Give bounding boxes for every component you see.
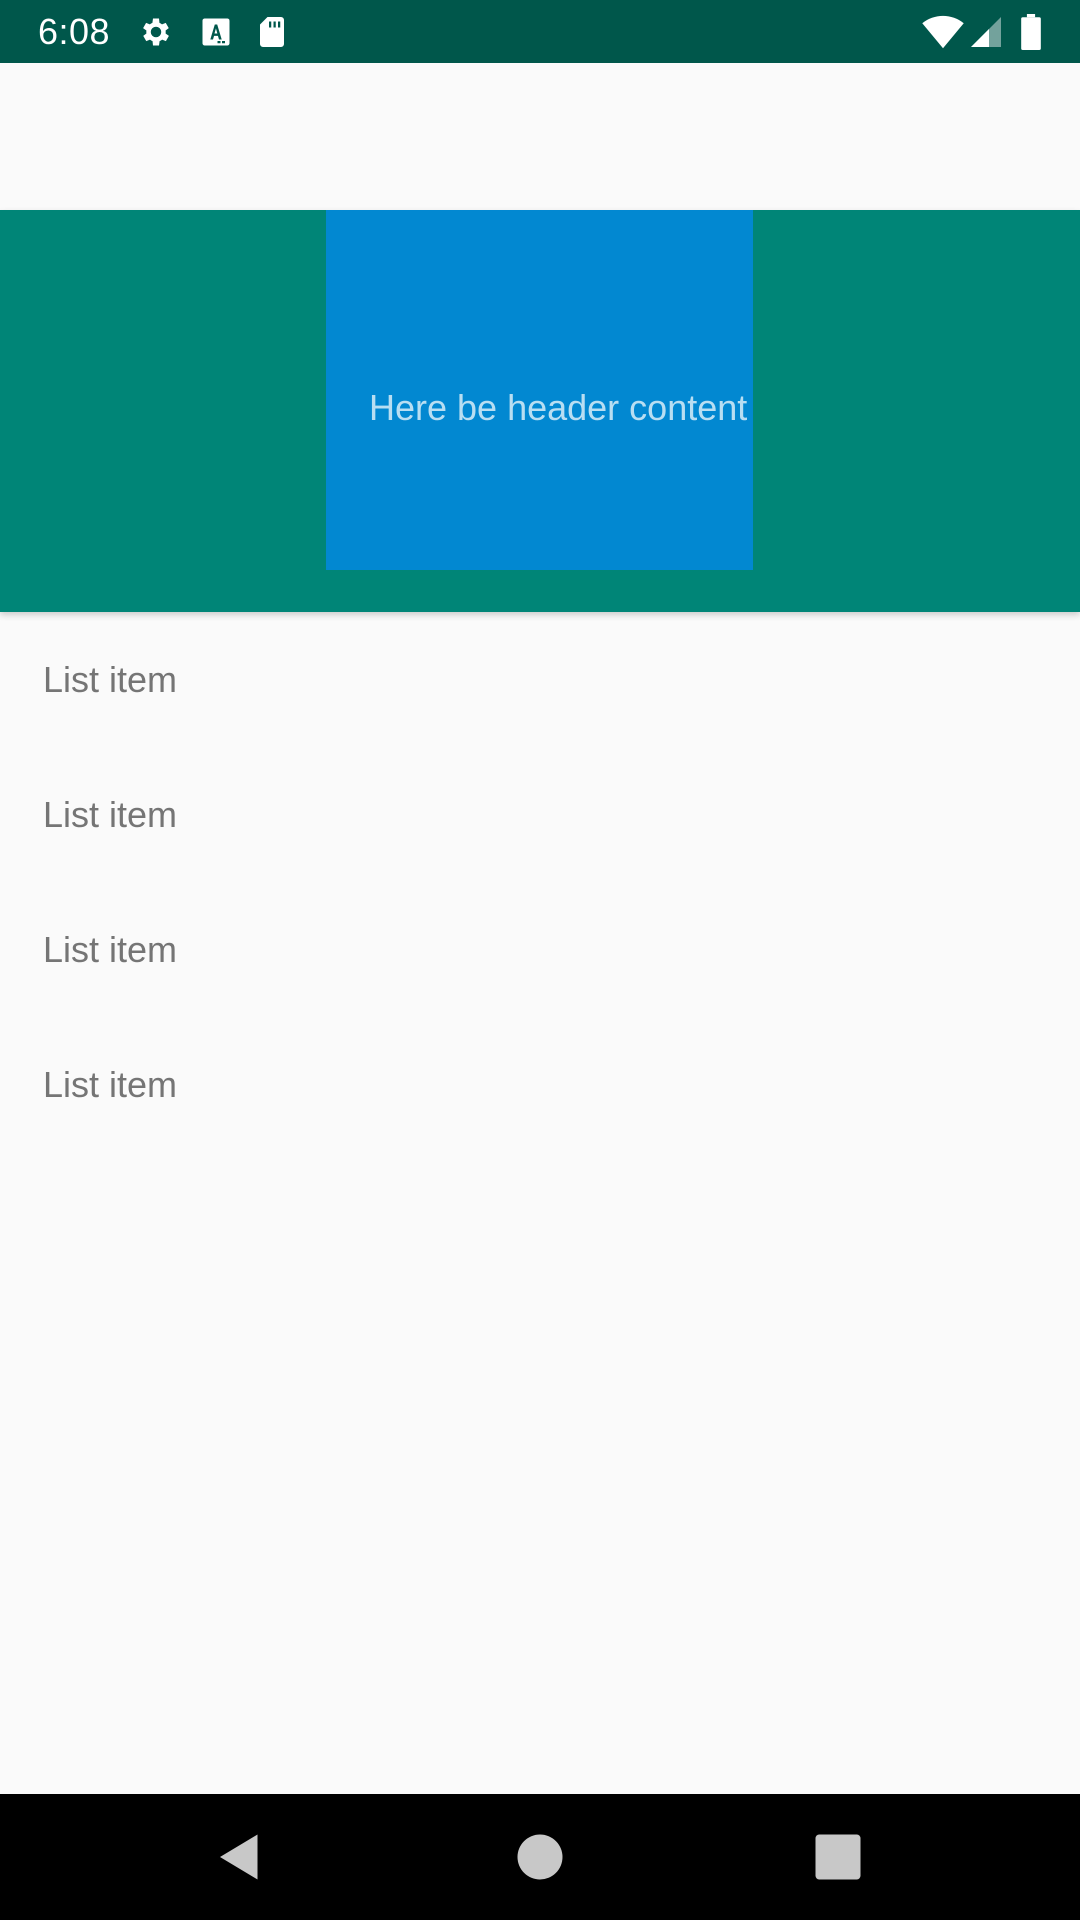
font-a-icon <box>198 14 234 50</box>
cell-signal-icon <box>968 14 1004 50</box>
battery-icon <box>1020 14 1042 50</box>
back-icon[interactable] <box>210 1827 270 1887</box>
recents-icon[interactable] <box>808 1827 868 1887</box>
top-blank-area <box>0 63 1080 210</box>
list-item[interactable]: List item <box>0 747 1080 882</box>
app-screen: 6:08 Here be header content List item Li… <box>0 0 1080 1920</box>
header-content-text: Here be header content <box>369 387 748 428</box>
list-item[interactable]: List item <box>0 1017 1080 1152</box>
home-icon[interactable] <box>510 1827 570 1887</box>
header-text-clip: Here be header content <box>326 210 753 570</box>
list-item[interactable]: List item <box>0 882 1080 1017</box>
navigation-bar <box>0 1794 1080 1920</box>
status-bar: 6:08 <box>0 0 1080 63</box>
item-list[interactable]: List item List item List item List item <box>0 612 1080 1152</box>
status-time: 6:08 <box>38 11 111 52</box>
sd-card-icon <box>254 14 290 50</box>
wifi-icon <box>922 12 964 50</box>
gear-icon <box>138 14 174 50</box>
list-item[interactable]: List item <box>0 612 1080 747</box>
